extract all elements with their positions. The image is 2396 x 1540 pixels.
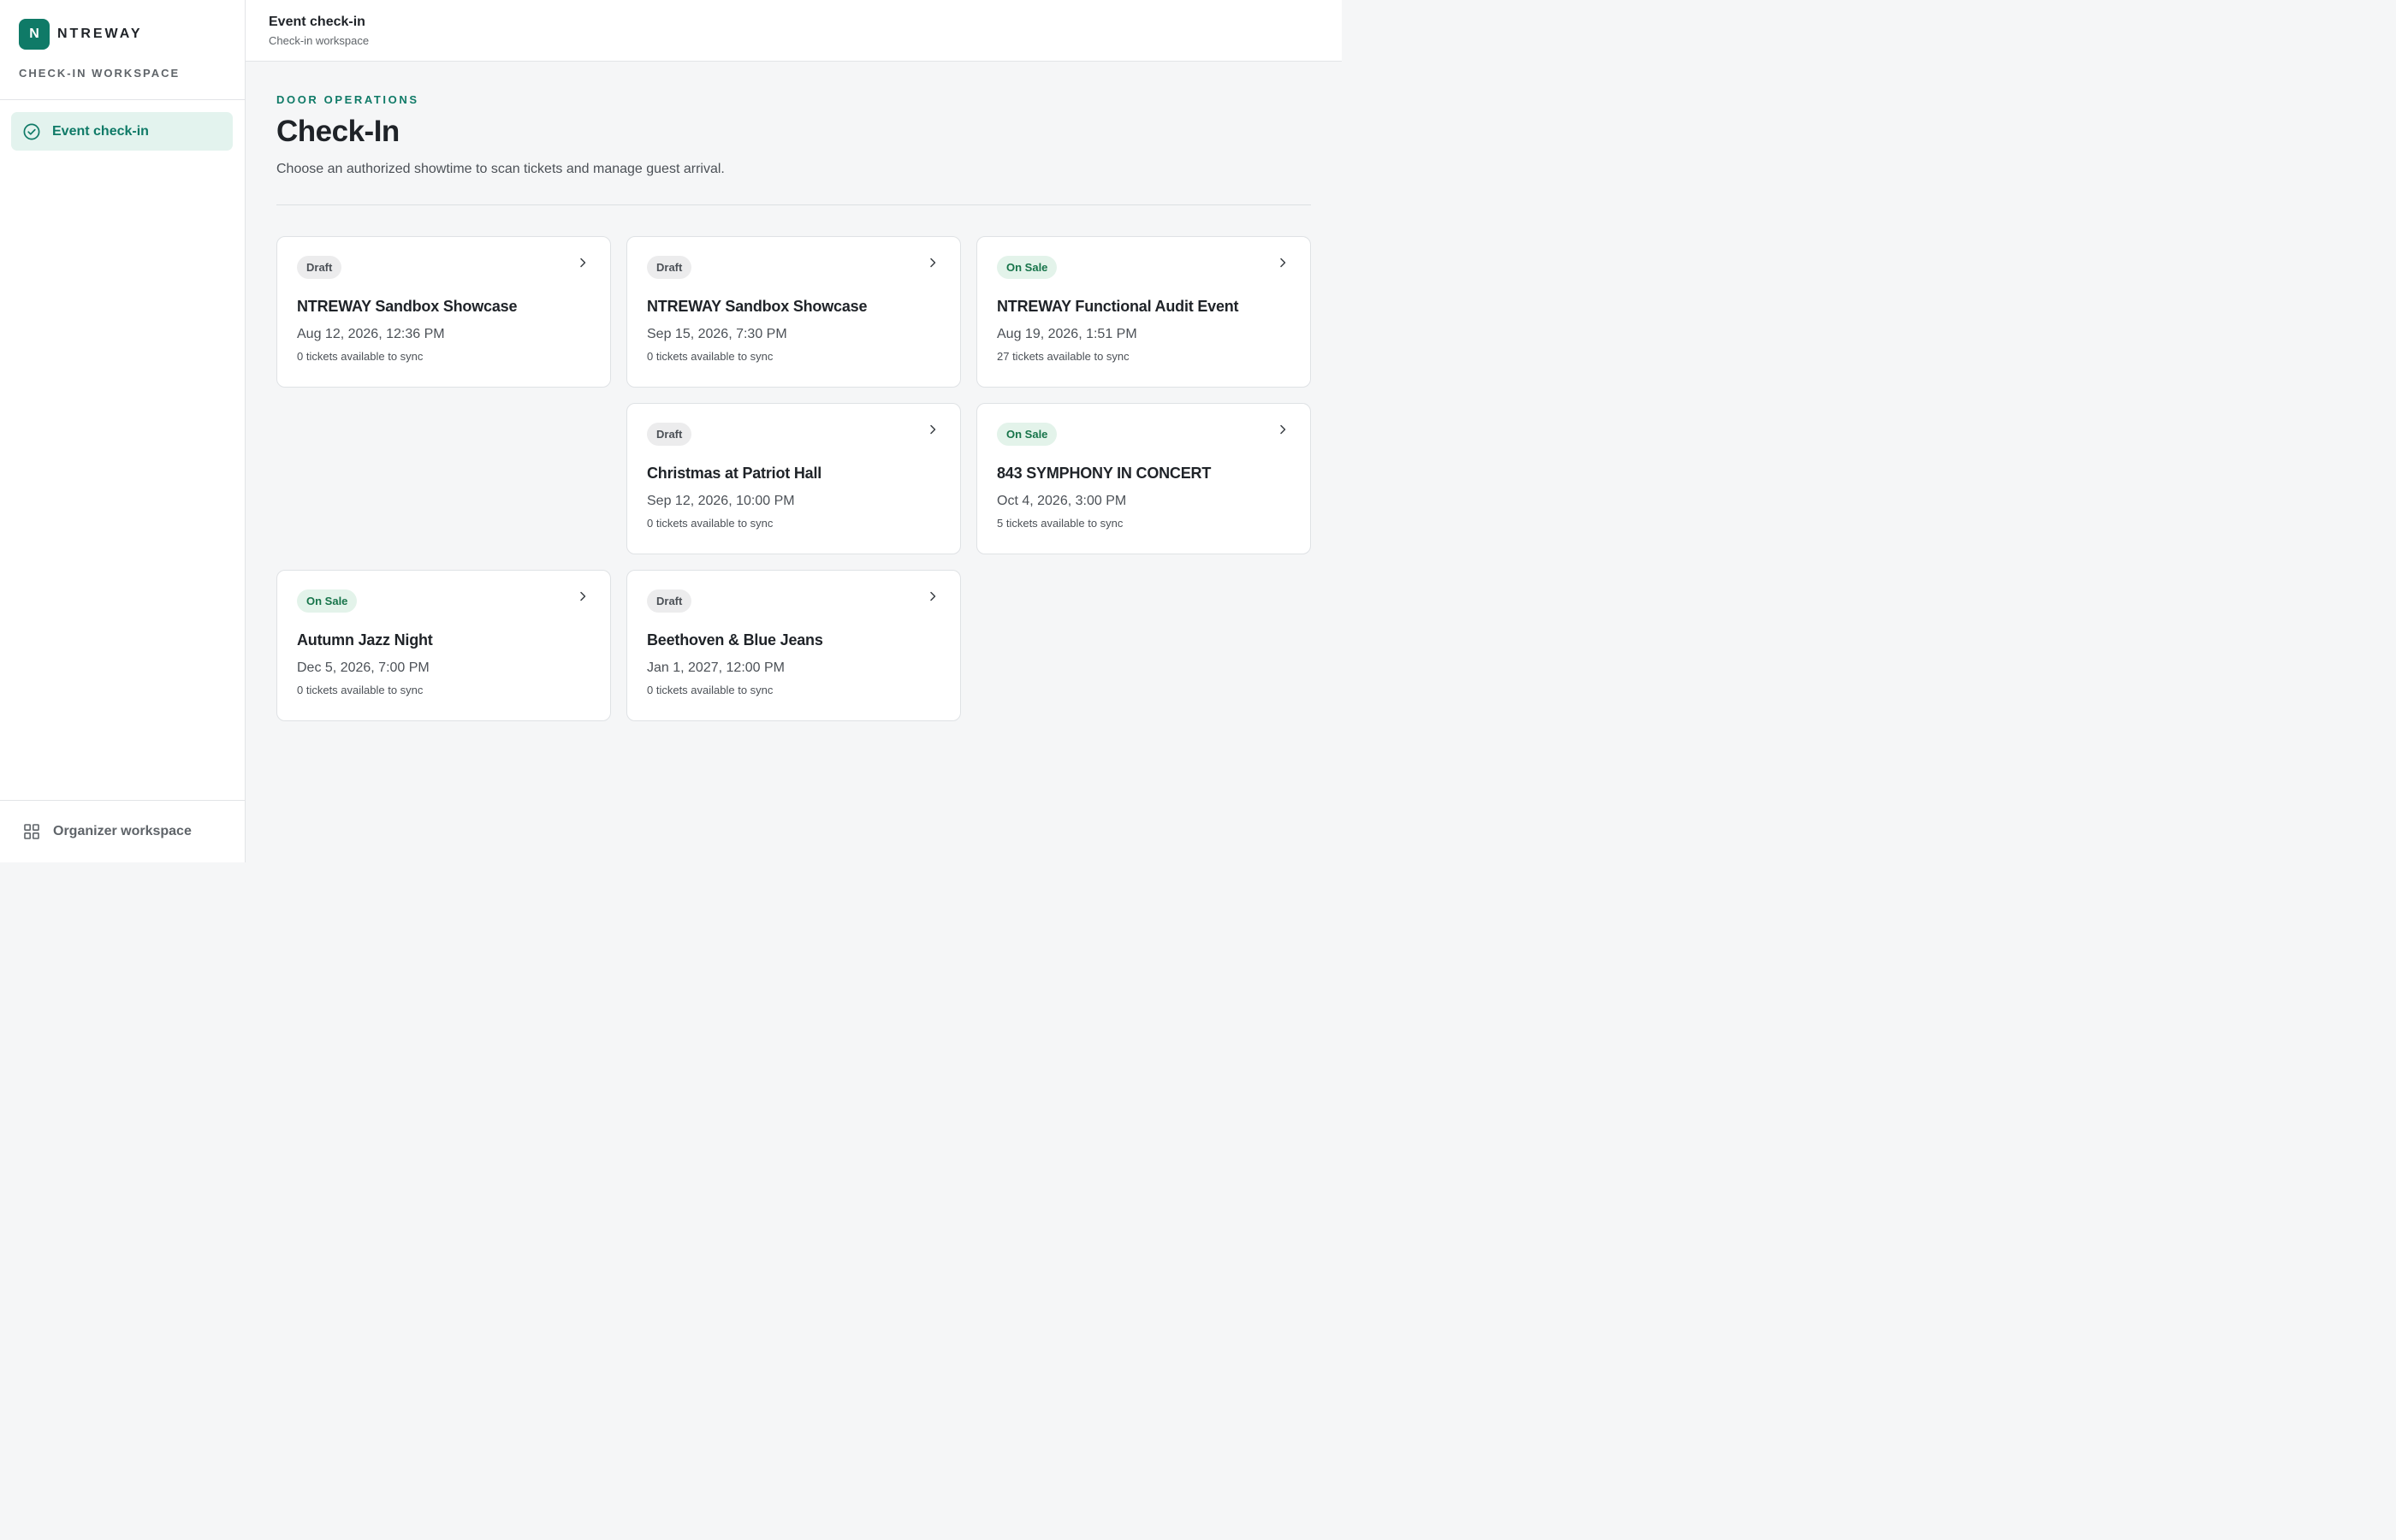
- event-date: Aug 19, 2026, 1:51 PM: [997, 327, 1137, 341]
- content: DOOR OPERATIONS Check-In Choose an autho…: [246, 93, 1342, 732]
- chevron-right-icon: [926, 256, 940, 270]
- event-title: NTREWAY Sandbox Showcase: [297, 298, 518, 315]
- content-divider: [276, 204, 1311, 205]
- chevron-right-icon: [576, 256, 590, 270]
- page-title: Check-In: [276, 115, 400, 148]
- event-card[interactable]: Draft NTREWAY Sandbox Showcase Sep 15, 2…: [626, 236, 961, 388]
- status-badge: Draft: [297, 256, 342, 279]
- event-title: Beethoven & Blue Jeans: [647, 631, 823, 649]
- sidebar-divider: [0, 99, 245, 100]
- brand-logo: N: [19, 19, 50, 50]
- event-card[interactable]: Draft Christmas at Patriot Hall Sep 12, …: [626, 403, 961, 554]
- brand[interactable]: N NTREWAY: [0, 0, 245, 50]
- topbar-subtitle: Check-in workspace: [269, 34, 370, 47]
- event-card[interactable]: On Sale 843 SYMPHONY IN CONCERT Oct 4, 2…: [976, 403, 1311, 554]
- event-date: Dec 5, 2026, 7:00 PM: [297, 660, 430, 675]
- topbar: Event check-in Check-in workspace: [246, 0, 1342, 62]
- event-sync-count: 0 tickets available to sync: [647, 350, 774, 363]
- event-title: NTREWAY Functional Audit Event: [997, 298, 1239, 315]
- event-sync-count: 0 tickets available to sync: [647, 517, 774, 530]
- sidebar-item-event-check-in[interactable]: Event check-in: [11, 112, 233, 151]
- sidebar: N NTREWAY CHECK-IN WORKSPACE Event check…: [0, 0, 246, 862]
- chevron-right-icon: [1276, 256, 1290, 270]
- event-date: Sep 15, 2026, 7:30 PM: [647, 327, 787, 341]
- event-title: Christmas at Patriot Hall: [647, 465, 822, 482]
- app-root: N NTREWAY CHECK-IN WORKSPACE Event check…: [0, 0, 1342, 862]
- status-badge: Draft: [647, 256, 692, 279]
- event-card[interactable]: Draft NTREWAY Sandbox Showcase Aug 12, 2…: [276, 236, 611, 388]
- event-sync-count: 27 tickets available to sync: [997, 350, 1130, 363]
- status-badge: Draft: [647, 589, 692, 613]
- event-title: Autumn Jazz Night: [297, 631, 433, 649]
- brand-name: NTREWAY: [57, 27, 143, 41]
- check-circle-icon: [22, 122, 41, 141]
- event-sync-count: 5 tickets available to sync: [997, 517, 1124, 530]
- main-area: Event check-in Check-in workspace DOOR O…: [246, 0, 1342, 862]
- chevron-right-icon: [576, 589, 590, 603]
- grid-icon: [22, 822, 41, 841]
- event-date: Aug 12, 2026, 12:36 PM: [297, 327, 445, 341]
- topbar-title: Event check-in: [269, 15, 365, 29]
- sidebar-item-organizer-workspace[interactable]: Organizer workspace: [0, 800, 245, 862]
- status-badge: Draft: [647, 423, 692, 446]
- page-description: Choose an authorized showtime to scan ti…: [276, 162, 725, 176]
- event-title: NTREWAY Sandbox Showcase: [647, 298, 868, 315]
- sidebar-item-label: Event check-in: [52, 123, 149, 139]
- chevron-right-icon: [1276, 423, 1290, 436]
- sidebar-bottom-label: Organizer workspace: [53, 824, 192, 838]
- status-badge: On Sale: [997, 256, 1058, 279]
- event-card[interactable]: On Sale Autumn Jazz Night Dec 5, 2026, 7…: [276, 570, 611, 721]
- section-eyebrow: DOOR OPERATIONS: [276, 93, 419, 106]
- event-card[interactable]: Draft Beethoven & Blue Jeans Jan 1, 2027…: [626, 570, 961, 721]
- workspace-label: CHECK-IN WORKSPACE: [19, 67, 181, 80]
- event-date: Oct 4, 2026, 3:00 PM: [997, 494, 1127, 508]
- event-card[interactable]: On Sale NTREWAY Functional Audit Event A…: [976, 236, 1311, 388]
- chevron-right-icon: [926, 589, 940, 603]
- status-badge: On Sale: [997, 423, 1058, 446]
- chevron-right-icon: [926, 423, 940, 436]
- event-date: Jan 1, 2027, 12:00 PM: [647, 660, 785, 675]
- event-title: 843 SYMPHONY IN CONCERT: [997, 465, 1212, 482]
- event-sync-count: 0 tickets available to sync: [647, 684, 774, 696]
- status-badge: On Sale: [297, 589, 358, 613]
- event-grid: Draft NTREWAY Sandbox Showcase Aug 12, 2…: [276, 236, 1311, 732]
- event-date: Sep 12, 2026, 10:00 PM: [647, 494, 795, 508]
- event-sync-count: 0 tickets available to sync: [297, 350, 424, 363]
- event-sync-count: 0 tickets available to sync: [297, 684, 424, 696]
